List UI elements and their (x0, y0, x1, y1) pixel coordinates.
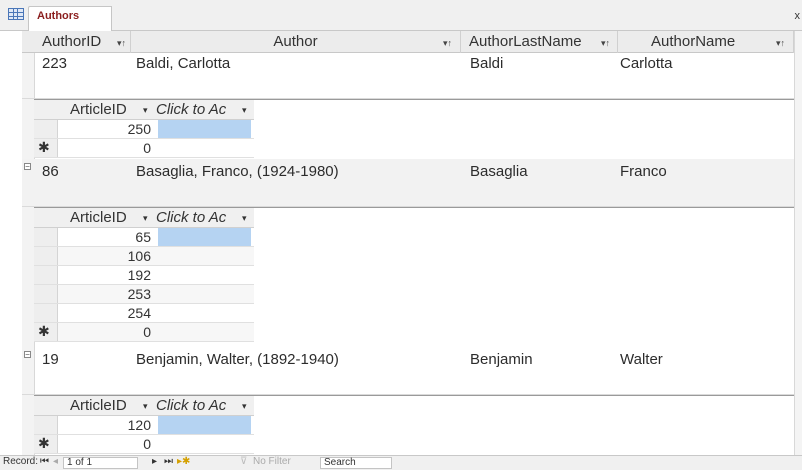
cell-articleid[interactable]: 106 (58, 247, 151, 266)
selected-cell[interactable] (158, 120, 251, 138)
new-record-icon: ✱ (38, 323, 50, 339)
collapse-icon[interactable]: − (24, 163, 31, 171)
subdatasheet-header: ArticleID ▾ Click to Ac ▾ (34, 396, 254, 416)
column-header-author-label: Author (273, 33, 318, 50)
column-header-authorname[interactable]: AuthorName ▾↑ (618, 31, 794, 53)
no-filter-label[interactable]: No Filter (253, 456, 291, 467)
cell-authorlastname[interactable]: Basaglia (470, 163, 528, 180)
list-item[interactable]: 253 (34, 285, 254, 304)
cell-articleid[interactable]: 250 (58, 120, 151, 139)
cell-articleid[interactable]: 65 (58, 228, 151, 247)
column-header-authorname-label: AuthorName (651, 33, 736, 50)
cell-articleid[interactable]: 254 (58, 304, 151, 323)
new-record-icon: ✱ (38, 139, 50, 155)
sort-dropdown-icon[interactable]: ▾ (242, 100, 247, 120)
collapse-icon[interactable]: − (24, 351, 31, 359)
search-input[interactable]: Search (320, 457, 392, 469)
sort-dropdown-icon[interactable]: ▾↑ (776, 32, 785, 54)
tab-bar (0, 0, 802, 31)
column-header-authorid[interactable]: AuthorID ▾↑ (34, 31, 131, 53)
cell-authorname[interactable]: Franco (620, 163, 667, 180)
sort-dropdown-icon[interactable]: ▾↑ (117, 32, 126, 54)
sort-dropdown-icon[interactable]: ▾ (143, 396, 148, 416)
cell-authorname[interactable]: Walter (620, 351, 663, 368)
cell-authorname[interactable]: Carlotta (620, 55, 673, 72)
cell-articleid[interactable]: 253 (58, 285, 151, 304)
subdatasheet: ArticleID ▾ Click to Ac ▾ (34, 207, 794, 228)
column-header-authorid-label: AuthorID (42, 33, 102, 50)
subheader-articleid[interactable]: ArticleID (70, 100, 127, 120)
new-record-nav-icon[interactable]: ▸✱ (177, 456, 190, 467)
sort-dropdown-icon[interactable]: ▾↑ (443, 32, 452, 54)
sort-dropdown-icon[interactable]: ▾ (242, 208, 247, 228)
record-navigation-bar: Record: ⏮ ◂ 1 of 1 ▸ ⏭ ▸✱ ⊽ No Filter Se… (0, 455, 802, 470)
list-item[interactable]: 65 (34, 228, 254, 247)
last-record-icon[interactable]: ⏭ (164, 456, 173, 467)
subheader-articleid[interactable]: ArticleID (70, 396, 127, 416)
list-item[interactable]: 120 (34, 416, 254, 435)
cell-authorid[interactable]: 19 (42, 351, 59, 368)
cell-authorlastname[interactable]: Baldi (470, 55, 503, 72)
filter-icon: ⊽ (240, 456, 248, 467)
selected-cell[interactable] (158, 416, 251, 434)
cell-authorid[interactable]: 223 (42, 55, 67, 72)
subdatasheet-header: ArticleID ▾ Click to Ac ▾ (34, 208, 254, 228)
new-record-row[interactable]: ✱ 0 (34, 323, 254, 342)
new-record-icon: ✱ (38, 435, 50, 451)
cell-author[interactable]: Basaglia, Franco, (1924-1980) (136, 163, 339, 180)
column-header-author[interactable]: Author ▾↑ (131, 31, 461, 53)
sort-dropdown-icon[interactable]: ▾ (143, 100, 148, 120)
next-record-icon[interactable]: ▸ (152, 456, 157, 467)
selected-cell[interactable] (158, 228, 251, 246)
subdatasheet: ArticleID ▾ Click to Ac ▾ (34, 395, 794, 416)
click-to-add-column[interactable]: Click to Ac (156, 396, 226, 416)
table-icon (8, 8, 24, 20)
list-item[interactable]: 106 (34, 247, 254, 266)
cell-author[interactable]: Baldi, Carlotta (136, 55, 230, 72)
subheader-articleid[interactable]: ArticleID (70, 208, 127, 228)
subdatasheet-header: ArticleID ▾ Click to Ac ▾ (34, 100, 254, 120)
click-to-add-column[interactable]: Click to Ac (156, 208, 226, 228)
cell-articleid[interactable]: 120 (58, 416, 151, 435)
cell-author[interactable]: Benjamin, Walter, (1892-1940) (136, 351, 339, 368)
list-item[interactable]: 254 (34, 304, 254, 323)
record-position-input[interactable]: 1 of 1 (63, 457, 138, 469)
sort-dropdown-icon[interactable]: ▾ (242, 396, 247, 416)
new-record-row[interactable]: ✱ 0 (34, 139, 254, 158)
vertical-scrollbar[interactable] (794, 31, 802, 455)
new-record-row[interactable]: ✱ 0 (34, 435, 254, 454)
subdatasheet: ArticleID ▾ Click to Ac ▾ (34, 99, 794, 120)
sort-dropdown-icon[interactable]: ▾ (143, 208, 148, 228)
column-header-authorlastname[interactable]: AuthorLastName ▾↑ (461, 31, 618, 53)
cell-authorlastname[interactable]: Benjamin (470, 351, 533, 368)
cell-authorid[interactable]: 86 (42, 163, 59, 180)
column-header-authorlastname-label: AuthorLastName (469, 33, 582, 50)
cell-articleid[interactable]: 0 (58, 139, 151, 158)
cell-articleid[interactable]: 0 (58, 435, 151, 454)
tab-authors-label: Authors (37, 10, 80, 22)
cell-articleid[interactable]: 192 (58, 266, 151, 285)
first-record-icon[interactable]: ⏮ (40, 456, 49, 467)
list-item[interactable]: 250 (34, 120, 254, 139)
previous-record-icon[interactable]: ◂ (53, 456, 58, 467)
sort-dropdown-icon[interactable]: ▾↑ (601, 32, 610, 54)
record-label: Record: (3, 456, 39, 467)
list-item[interactable]: 192 (34, 266, 254, 285)
close-tab-icon[interactable]: x (795, 10, 801, 22)
click-to-add-column[interactable]: Click to Ac (156, 100, 226, 120)
cell-articleid[interactable]: 0 (58, 323, 151, 342)
